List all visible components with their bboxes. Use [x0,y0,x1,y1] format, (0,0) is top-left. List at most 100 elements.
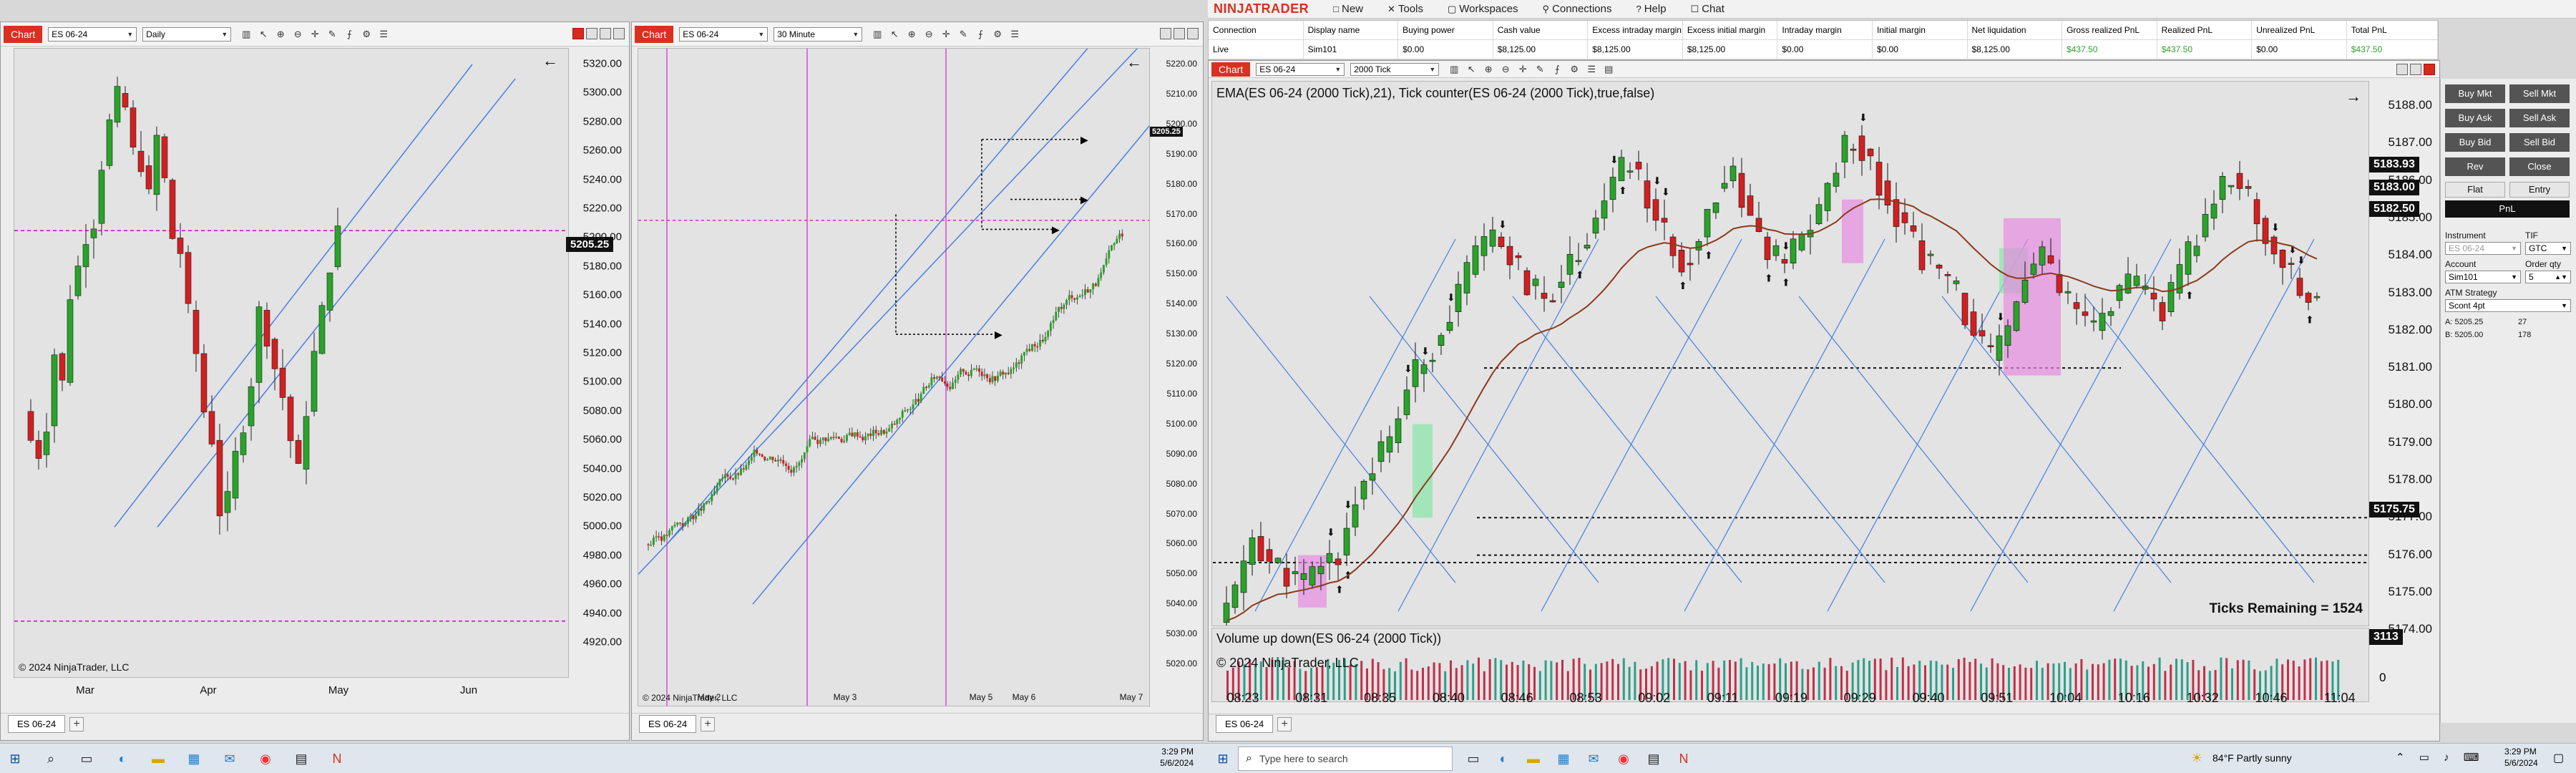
maximize-icon[interactable] [600,28,611,39]
menu-chat[interactable]: ☐ Chat [1691,3,1724,15]
column-header[interactable]: Net liquidation [1968,21,2063,39]
chart-tab-label[interactable]: Chart [4,25,43,43]
zoom-in-icon[interactable]: ⊕ [905,28,918,41]
zoom-in-icon[interactable]: ⊕ [1482,63,1495,76]
maximize-icon[interactable] [2410,64,2421,75]
indicators-icon[interactable]: ⨍ [1551,63,1563,76]
bar-type-icon[interactable]: ▥ [240,28,253,41]
chrome-icon[interactable]: ◉ [1614,749,1633,768]
ninjatrader-taskbar-icon[interactable]: N [328,749,346,768]
file-explorer-icon[interactable]: ▬ [149,749,167,768]
search-icon[interactable]: ⌕ [42,749,60,768]
mail-icon[interactable]: ✉ [1584,749,1603,768]
edge-icon[interactable]: ◐ [1494,749,1513,768]
buy-bid-button[interactable]: Buy Bid [2445,133,2505,152]
edge-icon[interactable]: ◐ [113,749,132,768]
column-header[interactable]: Cash value [1493,21,1589,39]
ninjatrader-taskbar-icon[interactable]: N [1674,749,1693,768]
crosshair-icon[interactable]: ✛ [1516,63,1529,76]
menu-help[interactable]: ? Help [1636,3,1666,15]
column-header[interactable]: Gross realized PnL [2062,21,2157,39]
menu-tools[interactable]: ✕ Tools [1387,3,1423,15]
column-header[interactable]: Excess initial margin [1683,21,1778,39]
buy-mkt-button[interactable]: Buy Mkt [2445,84,2505,103]
bar-type-icon[interactable]: ▥ [871,28,884,41]
column-header[interactable]: Initial margin [1873,21,1968,39]
close-icon[interactable] [1187,28,1199,39]
daily-price-panel[interactable]: © 2024 NinjaTrader, LLC ← [14,48,569,678]
interval-selector[interactable]: 30 Minute ▼ [774,26,863,42]
store-icon[interactable]: ▦ [185,749,203,768]
sell-ask-button[interactable]: Sell Ask [2509,109,2570,127]
thirty-minute-price-panel[interactable]: ▶ ▶ ▶ ▶ © 2024 NinjaTrader, LLC ← [638,48,1150,706]
maximize-icon[interactable] [1174,28,1185,39]
windows-start-icon[interactable]: ⊞ [6,749,24,768]
back-arrow-icon[interactable]: → [2346,87,2361,106]
close-icon[interactable] [613,28,625,39]
mail-icon[interactable]: ✉ [220,749,239,768]
column-header[interactable]: Realized PnL [2157,21,2253,39]
crosshair-icon[interactable]: ✛ [308,28,321,41]
chart-tab[interactable]: ES 06-24 [8,715,66,733]
zoom-out-icon[interactable]: ⊖ [291,28,304,41]
drawing-tools-icon[interactable]: ✎ [1533,63,1546,76]
zoom-in-icon[interactable]: ⊕ [274,28,287,41]
column-header[interactable]: Total PnL [2347,21,2438,39]
properties-icon[interactable]: ☰ [377,28,390,41]
close-button[interactable]: Close [2509,157,2570,176]
tif-selector[interactable]: GTC ▼ [2525,242,2571,255]
zoom-out-icon[interactable]: ⊖ [1499,63,1512,76]
app-icon[interactable]: ▤ [292,749,311,768]
interval-selector[interactable]: Daily ▼ [142,26,232,42]
column-header[interactable]: Excess intraday margin [1588,21,1683,39]
file-explorer-icon[interactable]: ▬ [1524,749,1543,768]
store-icon[interactable]: ▦ [1554,749,1573,768]
system-tray-icons[interactable]: ⌃ ▭ ♪ ⌨ [2396,751,2484,764]
chart-tab-label[interactable]: Chart [1211,62,1251,77]
back-arrow-icon[interactable]: ← [1126,53,1142,72]
add-tab-icon[interactable]: + [69,716,84,731]
order-qty-stepper[interactable]: 5 ▲▼ [2525,271,2571,283]
account-selector[interactable]: Sim101 ▼ [2445,271,2521,283]
tick-price-panel[interactable]: ⬇ ⬆ ⬇ ⬆ ⬇ ⬇ ⬇ ⬇ ⬆ ⬇ ⬆ ⬇ ⬇ ⬆ ⬆ ⬆ ⬇ ⬆ ⬇ ⬇ ⬆ ⬇ ⬇ ⬇ ⬆ EMA(ES 06-24 (… [1211,81,2369,626]
task-view-icon[interactable]: ▭ [77,749,96,768]
menu-new[interactable]: □ New [1333,3,1363,15]
strategies-icon[interactable]: ⚙ [360,28,373,41]
instrument-selector[interactable]: ES 06-24 ▼ [48,26,137,42]
zoom-out-icon[interactable]: ⊖ [922,28,935,41]
column-header[interactable]: Intraday margin [1777,21,1873,39]
chart-tab[interactable]: ES 06-24 [1216,715,1274,733]
add-tab-icon[interactable]: + [1277,716,1292,731]
sell-bid-button[interactable]: Sell Bid [2509,133,2570,152]
instrument-selector[interactable]: ES 06-24 ▼ [679,26,769,42]
app-icon[interactable]: ▤ [1644,749,1663,768]
column-header[interactable]: Buying power [1398,21,1493,39]
instrument-selector[interactable]: ES 06-24 ▼ [1256,62,1345,76]
indicators-icon[interactable]: ⨍ [974,28,987,41]
pointer-icon[interactable]: ↖ [888,28,901,41]
column-header[interactable]: Unrealized PnL [2252,21,2347,39]
accounts-data-row[interactable]: Live Sim101 $0.00 $8,125.00 $8,125.00 $8,125.… [1209,40,2438,59]
close-icon[interactable] [2424,64,2435,75]
properties-icon[interactable]: ☰ [1008,28,1021,41]
indicators-icon[interactable]: ⨍ [343,28,356,41]
pointer-icon[interactable]: ↖ [257,28,270,41]
strategies-icon[interactable]: ⚙ [991,28,1004,41]
windows-start-icon[interactable]: ⊞ [1214,749,1232,768]
crosshair-icon[interactable]: ✛ [940,28,952,41]
chart-tab-label[interactable]: Chart [635,25,674,43]
rev-button[interactable]: Rev [2445,157,2505,176]
instrument-field[interactable]: ES 06-24 ▼ [2445,242,2521,255]
chart-tab[interactable]: ES 06-24 [639,715,697,733]
add-tab-icon[interactable]: + [701,716,716,731]
column-header[interactable]: Connection [1209,21,1304,39]
chart-trader-icon[interactable]: ▤ [1602,63,1615,76]
weather-icon[interactable]: ☀ [2191,751,2202,766]
minimize-icon[interactable] [1160,28,1171,39]
bar-type-icon[interactable]: ▥ [1448,63,1460,76]
minimize-icon[interactable] [2396,64,2408,75]
strategies-icon[interactable]: ⚙ [1568,63,1581,76]
properties-icon[interactable]: ☰ [1585,63,1598,76]
task-view-icon[interactable]: ▭ [1464,749,1483,768]
sell-mkt-button[interactable]: Sell Mkt [2509,84,2570,103]
